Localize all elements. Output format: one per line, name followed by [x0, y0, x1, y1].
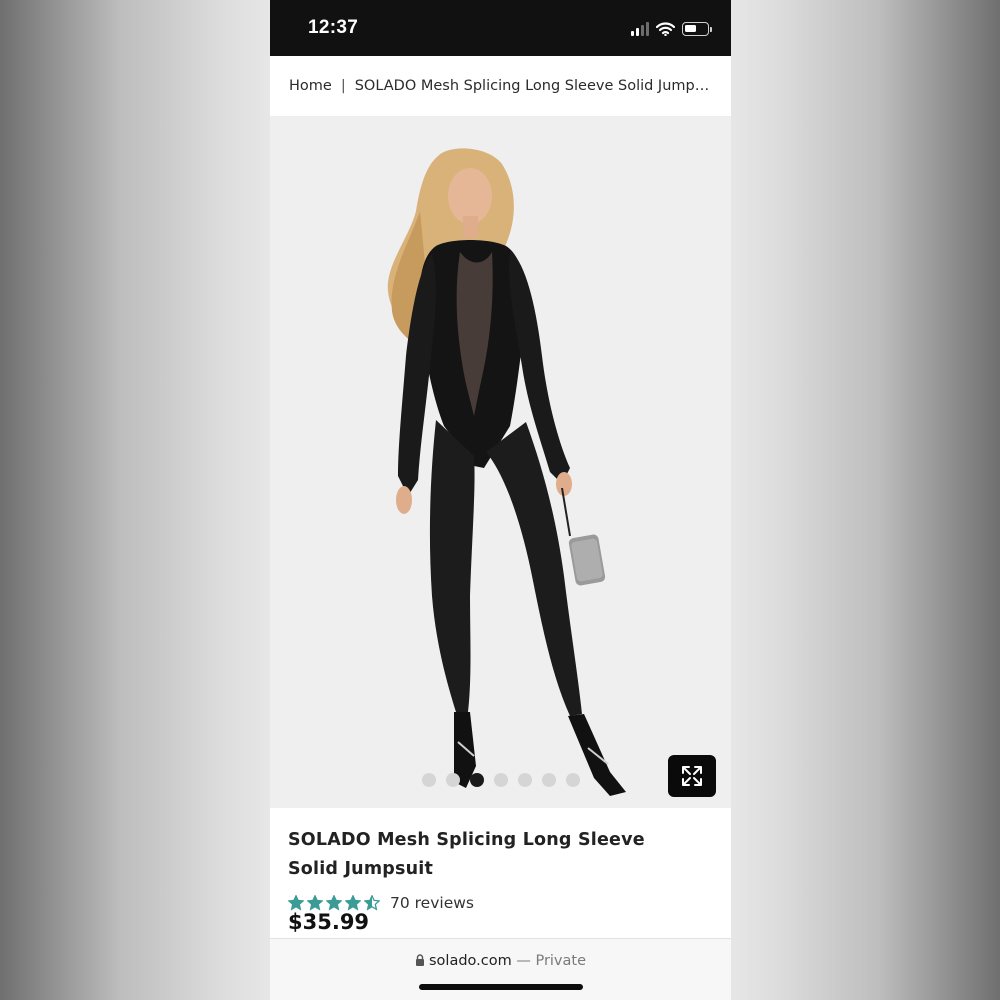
- product-photo[interactable]: [270, 116, 731, 808]
- browser-domain: solado.com: [428, 953, 512, 969]
- lock-icon: [415, 954, 424, 966]
- status-time: 12:37: [308, 17, 359, 38]
- carousel-dot[interactable]: [566, 773, 580, 787]
- browser-address-bar[interactable]: solado.com — Private: [270, 938, 731, 1000]
- star-rating: [288, 895, 380, 911]
- star-full-icon: [288, 895, 304, 911]
- fullscreen-button[interactable]: [668, 755, 716, 797]
- expand-arrows-icon: [682, 766, 702, 786]
- cellular-signal-icon: [631, 22, 649, 36]
- product-image-gallery[interactable]: [270, 116, 731, 808]
- breadcrumb-separator: |: [340, 78, 346, 94]
- star-full-icon: [326, 895, 342, 911]
- carousel-dot[interactable]: [494, 773, 508, 787]
- private-label: — Private: [516, 953, 587, 969]
- home-indicator[interactable]: [419, 984, 583, 990]
- breadcrumb-home-link[interactable]: Home: [289, 78, 332, 94]
- status-icons: [631, 19, 712, 39]
- carousel-dot[interactable]: [446, 773, 460, 787]
- product-details: SOLADO Mesh Splicing Long Sleeve Solid J…: [270, 808, 731, 938]
- star-full-icon: [307, 895, 323, 911]
- wifi-icon: [656, 22, 675, 36]
- carousel-dots: [422, 773, 580, 787]
- carousel-dot[interactable]: [518, 773, 532, 787]
- carousel-dot[interactable]: [542, 773, 556, 787]
- reviews-link[interactable]: 70 reviews: [390, 894, 474, 912]
- breadcrumb-current: SOLADO Mesh Splicing Long Sleeve Solid J…: [354, 78, 713, 94]
- address-text[interactable]: solado.com — Private: [270, 953, 731, 969]
- phone-screen: 12:37 Home | SOLADO Mesh Splicing Long S…: [270, 0, 731, 1000]
- product-price: $35.99: [288, 910, 370, 934]
- product-title: SOLADO Mesh Splicing Long Sleeve Solid J…: [288, 830, 645, 879]
- carousel-dot-active[interactable]: [470, 773, 484, 787]
- star-full-icon: [345, 895, 361, 911]
- breadcrumb: Home | SOLADO Mesh Splicing Long Sleeve …: [270, 56, 731, 116]
- status-bar: 12:37: [270, 0, 731, 56]
- star-half-icon: [364, 895, 380, 911]
- battery-icon: [682, 22, 712, 36]
- carousel-dot[interactable]: [422, 773, 436, 787]
